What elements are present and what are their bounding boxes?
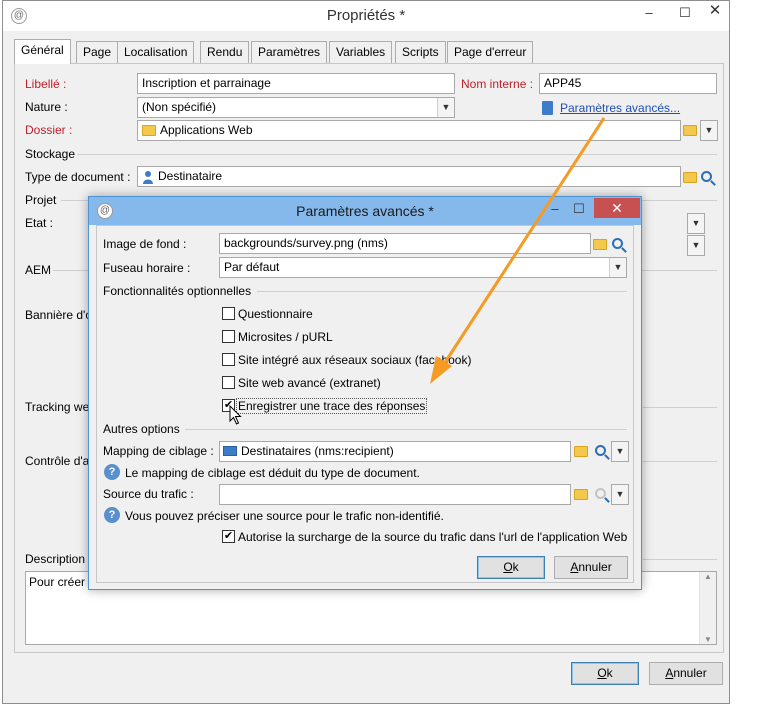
annotation-arrow [430,117,606,384]
tab-general[interactable]: Général [14,39,71,64]
annotation-arrow-head [430,356,452,384]
annotation-arrow-line [442,117,606,365]
